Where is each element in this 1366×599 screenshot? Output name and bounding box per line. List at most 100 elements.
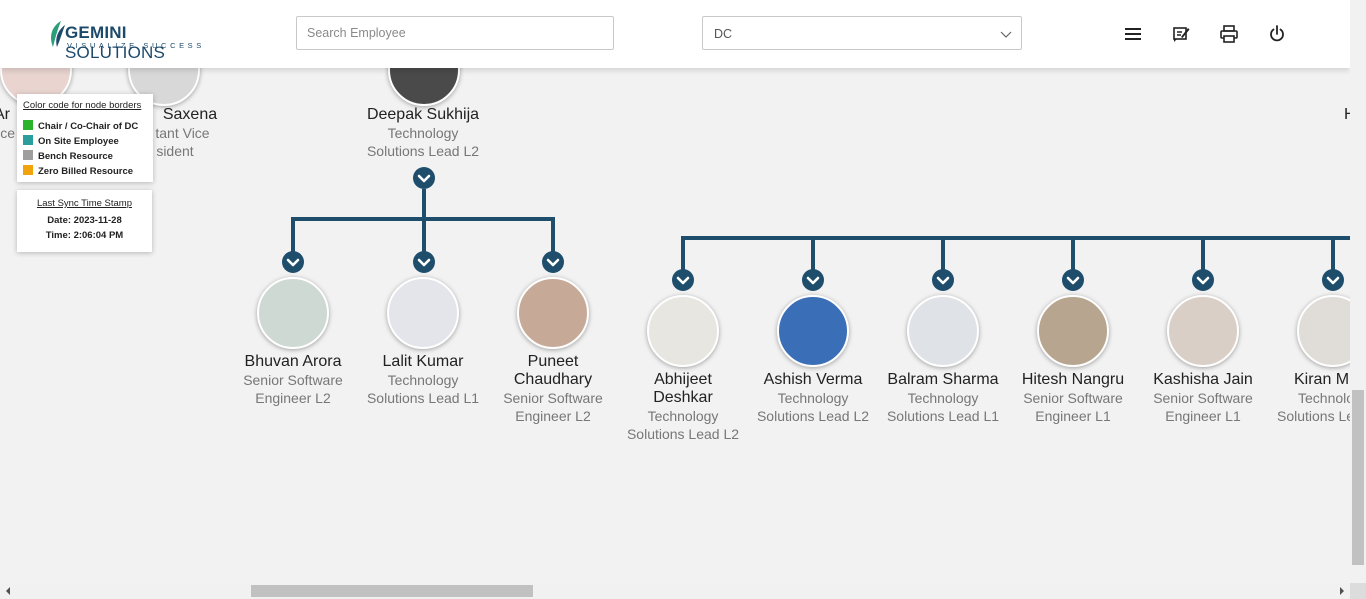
employee-name: Puneet — [527, 353, 579, 370]
legend-title: Color code for node borders — [23, 100, 142, 111]
legend-item: Bench Resource — [23, 150, 113, 162]
sync-title: Last Sync Time Stamp — [36, 198, 133, 209]
expand-collapse-button[interactable] — [282, 251, 304, 273]
scrollbar-corner — [1350, 583, 1366, 599]
feedback-button[interactable] — [1170, 23, 1192, 45]
connector-line — [811, 236, 815, 272]
employee-title: Engineer L1 — [1035, 408, 1111, 424]
leaf-logo-icon — [51, 21, 65, 47]
print-button[interactable] — [1218, 23, 1240, 45]
employee-name: Balram Sharma — [887, 371, 999, 388]
color-swatch — [23, 120, 33, 130]
vertical-scroll-thumb[interactable] — [1352, 390, 1364, 565]
employee-title: Senior Software — [1023, 390, 1123, 406]
scroll-right-icon[interactable] — [1334, 583, 1350, 599]
avatar[interactable] — [907, 295, 979, 367]
avatar[interactable] — [257, 277, 329, 349]
chevron-down-icon — [806, 276, 820, 285]
color-swatch — [23, 150, 33, 160]
avatar[interactable] — [1297, 295, 1350, 367]
org-node[interactable]: Lalit Kumar Technology Solutions Lead L1 — [353, 353, 493, 407]
avatar[interactable] — [647, 295, 719, 367]
chevron-down-icon — [1326, 276, 1340, 285]
department-select-value: DC — [714, 27, 733, 41]
employee-title: Technology — [647, 408, 719, 424]
connector-line — [1331, 236, 1335, 272]
expand-collapse-button[interactable] — [1192, 269, 1214, 291]
feedback-edit-icon — [1173, 27, 1190, 42]
employee-title: Solutions Lead L2 — [366, 143, 480, 159]
employee-title: Solutions Le — [1277, 408, 1350, 424]
org-node[interactable]: Bhuvan Arora Senior Software Engineer L2 — [223, 353, 363, 407]
expand-collapse-button[interactable] — [413, 167, 435, 189]
org-node[interactable]: Kashisha Jain Senior Software Engineer L… — [1133, 371, 1273, 425]
expand-collapse-button[interactable] — [672, 269, 694, 291]
employee-title: Senior Software — [503, 390, 603, 406]
expand-collapse-button[interactable] — [932, 269, 954, 291]
logo-tagline: VISUALIZE SUCCESS — [67, 41, 205, 50]
expand-collapse-button[interactable] — [1322, 269, 1344, 291]
search-employee-input[interactable] — [296, 16, 614, 50]
org-node[interactable]: Puneet Chaudhary Senior Software Enginee… — [483, 353, 623, 425]
menu-button[interactable] — [1122, 23, 1144, 45]
chevron-down-icon — [417, 258, 431, 267]
employee-title: Engineer L2 — [515, 408, 591, 424]
legend-label: Zero Billed Resource — [38, 166, 134, 177]
chevron-down-icon — [676, 276, 690, 285]
employee-title: Engineer L2 — [255, 390, 331, 406]
connector-line — [1071, 236, 1075, 272]
employee-title: Technolo — [1298, 390, 1350, 406]
employee-title: Technology — [387, 125, 459, 141]
horizontal-scrollbar[interactable] — [0, 583, 1350, 599]
expand-collapse-button[interactable] — [1062, 269, 1084, 291]
org-chart-canvas[interactable]: Ar ce Saxena tant Vice sident Deepak Suk… — [0, 0, 1350, 583]
menu-icon — [1125, 28, 1141, 40]
org-node[interactable]: Kiran M Technolo Solutions Le — [1263, 371, 1350, 425]
employee-title: Senior Software — [243, 372, 343, 388]
org-node[interactable]: Ashish Verma Technology Solutions Lead L… — [743, 371, 883, 425]
employee-name: Ashish Verma — [763, 371, 863, 388]
connector-line — [551, 217, 555, 253]
employee-name: Chaudhary — [513, 371, 593, 388]
chevron-down-icon — [1196, 276, 1210, 285]
org-node[interactable]: Hitesh Nangru Senior Software Engineer L… — [1003, 371, 1143, 425]
logo-text-bold: GEMINI — [65, 23, 127, 42]
avatar[interactable] — [517, 277, 589, 349]
department-select[interactable]: DC — [702, 16, 1022, 50]
employee-name: Bhuvan Arora — [244, 353, 342, 370]
connector-line — [681, 236, 685, 272]
color-swatch — [23, 135, 33, 145]
chevron-down-icon — [417, 174, 431, 183]
employee-name: Hitesh Nangru — [1021, 371, 1125, 388]
avatar[interactable] — [387, 277, 459, 349]
expand-collapse-button[interactable] — [802, 269, 824, 291]
org-node[interactable]: Balram Sharma Technology Solutions Lead … — [873, 371, 1013, 425]
legend-label: Chair / Co-Chair of DC — [38, 121, 139, 132]
logout-button[interactable] — [1266, 23, 1288, 45]
chevron-down-icon — [546, 258, 560, 267]
avatar[interactable] — [1037, 295, 1109, 367]
vertical-scrollbar[interactable] — [1350, 0, 1366, 583]
legend-item: Zero Billed Resource — [23, 165, 133, 177]
avatar[interactable] — [1167, 295, 1239, 367]
org-node-deepak[interactable]: Deepak Sukhija Technology Solutions Lead… — [353, 106, 493, 160]
chevron-down-icon — [936, 276, 950, 285]
connector-line — [1201, 236, 1205, 272]
top-header: GEMINI SOLUTIONS VISUALIZE SUCCESS DC — [0, 0, 1350, 68]
chevron-down-icon — [286, 258, 300, 267]
chevron-down-icon — [1000, 31, 1012, 38]
avatar[interactable] — [777, 295, 849, 367]
legend-item: On Site Employee — [23, 135, 119, 147]
horizontal-scroll-thumb[interactable] — [251, 585, 533, 597]
color-legend: Color code for node borders Chair / Co-C… — [17, 94, 153, 182]
employee-title: Senior Software — [1153, 390, 1253, 406]
expand-collapse-button[interactable] — [542, 251, 564, 273]
expand-collapse-button[interactable] — [413, 251, 435, 273]
gemini-logo[interactable]: GEMINI SOLUTIONS VISUALIZE SUCCESS — [47, 17, 217, 62]
employee-title: Engineer L1 — [1165, 408, 1241, 424]
scroll-left-icon[interactable] — [0, 583, 16, 599]
sync-time: Time: 2:06:04 PM — [45, 230, 124, 241]
org-node[interactable]: Abhijeet Deshkar Technology Solutions Le… — [613, 371, 753, 443]
color-swatch — [23, 165, 33, 175]
connector-line — [291, 217, 295, 253]
